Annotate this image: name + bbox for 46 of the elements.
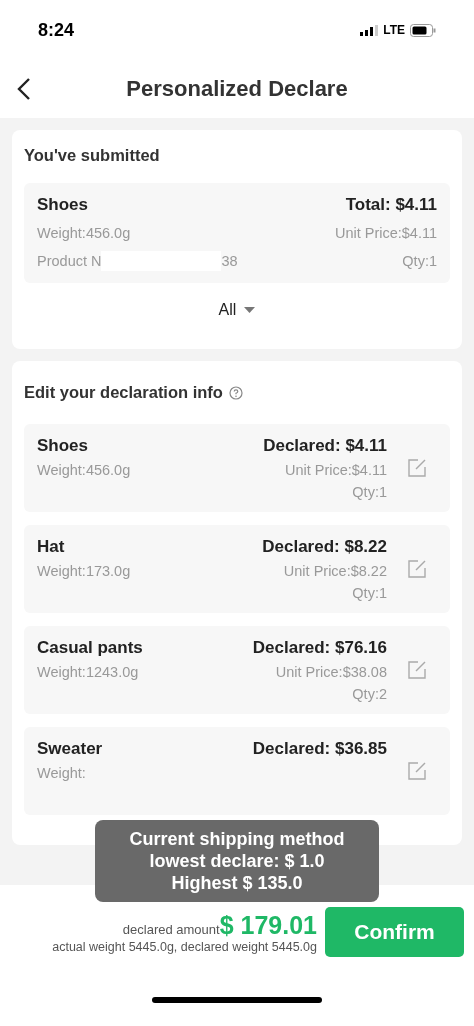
quantity: Qty:1	[352, 484, 387, 500]
product-number: 38	[221, 253, 238, 269]
section-title: Edit your declaration info	[24, 383, 223, 402]
declared-amount-label: declared amount	[122, 921, 220, 937]
declared-amount: Declared: $4.11	[263, 436, 387, 456]
declared-total: $ 179.01	[219, 910, 317, 940]
help-icon[interactable]	[228, 385, 243, 400]
product-name: Shoes	[37, 195, 89, 215]
edit-icon[interactable]	[407, 559, 427, 579]
total-price: Total: $4.11	[345, 195, 437, 215]
edit-icon[interactable]	[407, 761, 427, 781]
product-weight: Weight:	[37, 765, 86, 781]
product-weight: Weight:1243.0g	[37, 664, 139, 680]
edit-icon[interactable]	[407, 660, 427, 680]
toast-text: Highest $ 135.0	[171, 872, 303, 894]
caret-icon	[244, 307, 256, 313]
back-icon[interactable]	[16, 77, 32, 101]
network-label: LTE	[383, 23, 405, 37]
status-time: 8:24	[38, 19, 75, 41]
product-name: Shoes	[37, 436, 89, 456]
toast-text: lowest declare: $ 1.0	[149, 850, 325, 872]
unit-price: Unit Price:$38.08	[275, 664, 387, 680]
declared-amount: Declared: $8.22	[262, 537, 387, 557]
product-number: Product N	[37, 253, 102, 269]
section-title: You've submitted	[24, 146, 161, 165]
declared-amount: Declared: $76.16	[252, 638, 387, 658]
signal-icon	[360, 24, 379, 36]
battery-icon	[410, 23, 436, 37]
unit-price: Unit Price:$8.22	[283, 563, 387, 579]
product-name: Sweater	[37, 739, 103, 759]
product-weight: Weight:173.0g	[37, 563, 131, 579]
quantity: Qty:1	[402, 253, 437, 269]
unit-price: Unit Price:$4.11	[334, 225, 437, 241]
declared-amount: Declared: $36.85	[252, 739, 387, 759]
quantity: Qty:2	[352, 686, 387, 702]
product-name: Hat	[37, 537, 65, 557]
product-name: Casual pants	[37, 638, 143, 658]
weight-summary: actual weight 5445.0g, declared weight 5445.0g	[52, 939, 317, 954]
product-weight: Weight:456.0g	[37, 225, 131, 241]
product-weight: Weight:456.0g	[37, 462, 131, 478]
unit-price: Unit Price:$4.11	[284, 462, 387, 478]
toast-text: Current shipping method	[129, 828, 345, 850]
quantity: Qty:1	[352, 585, 387, 601]
edit-icon[interactable]	[407, 458, 427, 478]
all-dropdown[interactable]: All	[218, 301, 256, 319]
page-title: Personalized Declare	[126, 76, 348, 102]
